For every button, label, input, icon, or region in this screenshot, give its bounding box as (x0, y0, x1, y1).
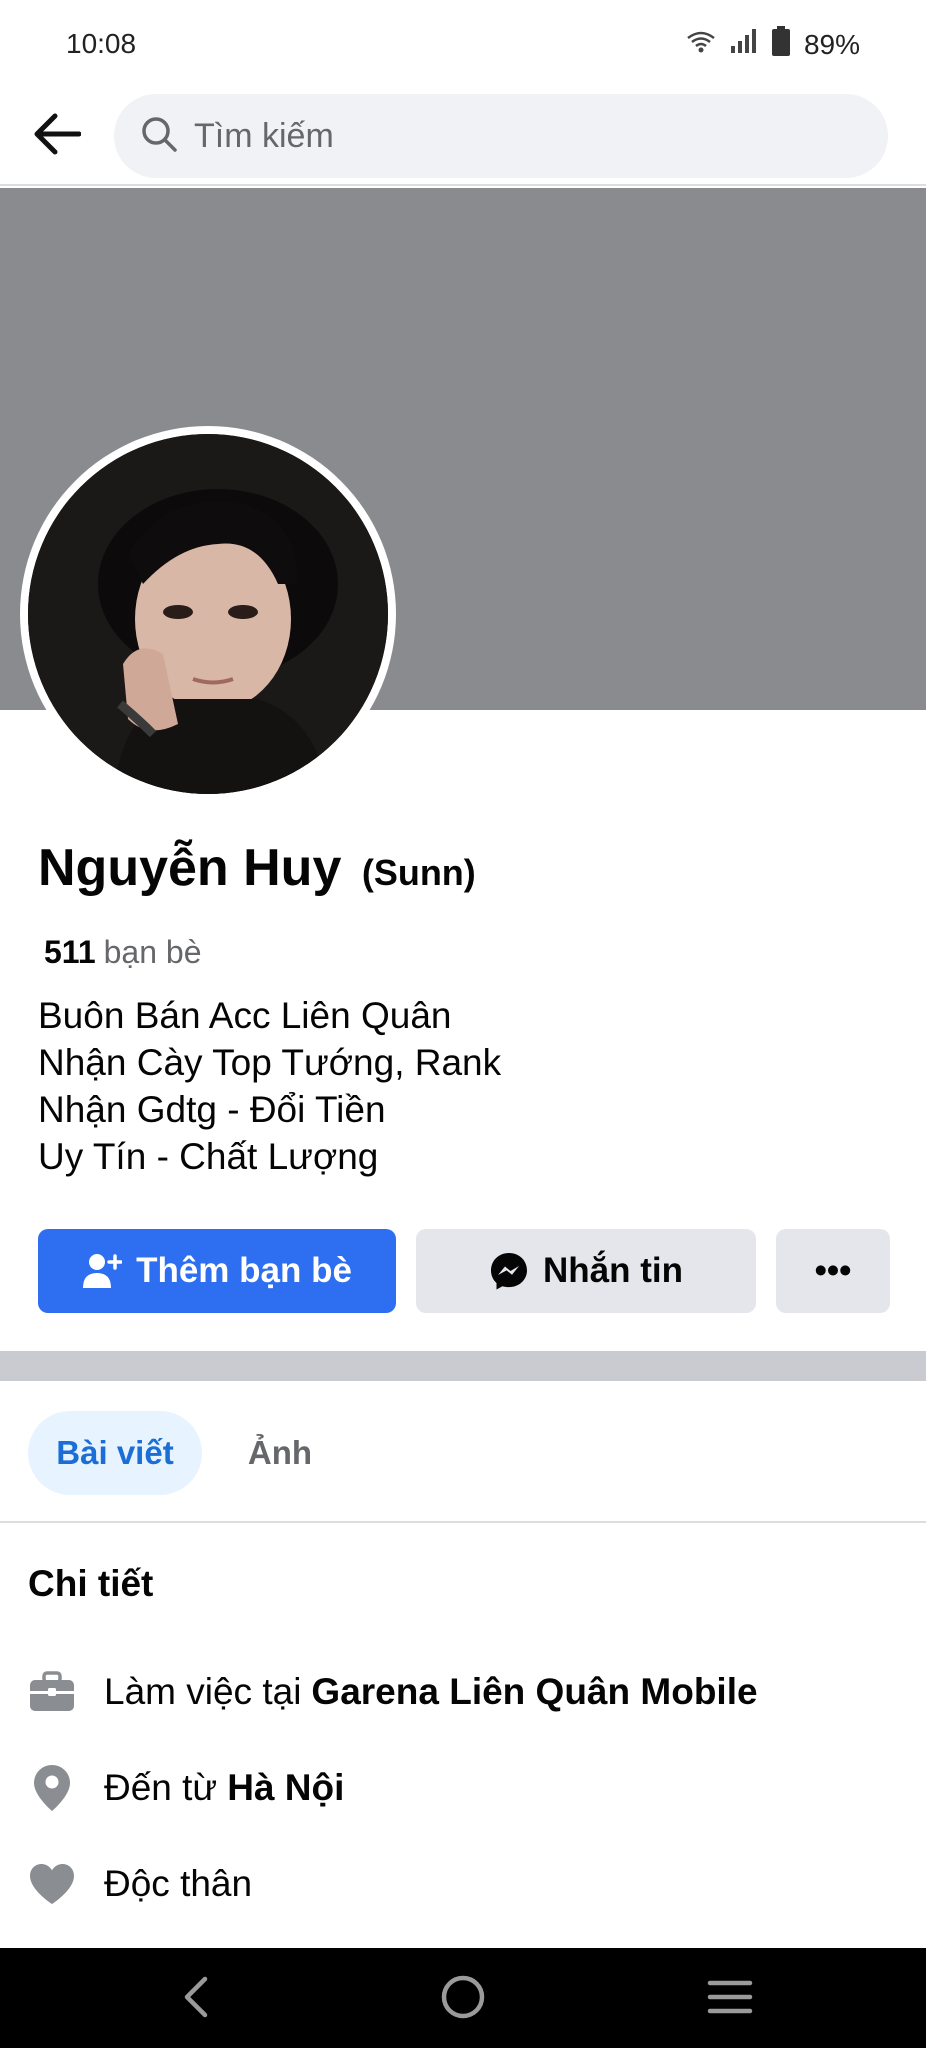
chevron-left-icon (181, 1975, 211, 2024)
tab-posts[interactable]: Bài viết (28, 1411, 202, 1495)
status-time: 10:08 (66, 28, 137, 59)
messenger-icon (489, 1251, 529, 1291)
detail-relationship: Độc thân (28, 1860, 252, 1908)
status-icons: 89% (686, 26, 860, 63)
section-divider (0, 1351, 926, 1381)
details-title: Chi tiết (28, 1563, 154, 1604)
relationship-status: Độc thân (104, 1863, 253, 1904)
friends-label: bạn bè (103, 934, 202, 970)
tab-photos[interactable]: Ảnh (220, 1411, 340, 1495)
more-options-button[interactable]: ••• (776, 1229, 890, 1313)
top-bar: Tìm kiếm (0, 86, 926, 186)
briefcase-icon (28, 1668, 76, 1716)
search-input[interactable]: Tìm kiếm (114, 94, 888, 178)
profile-avatar[interactable] (20, 426, 396, 802)
nav-recents-button[interactable] (700, 1974, 760, 2024)
profile-bio: Buôn Bán Acc Liên Quân Nhận Cày Top Tướn… (38, 992, 501, 1180)
wifi-icon (686, 29, 716, 61)
message-label: Nhắn tin (543, 1251, 683, 1290)
system-nav-bar (0, 1948, 926, 2048)
add-friend-button[interactable]: Thêm bạn bè (38, 1229, 396, 1313)
avatar-image (28, 434, 388, 794)
nav-home-button[interactable] (433, 1974, 493, 2024)
profile-name: Nguyễn Huy (Sunn) (38, 838, 476, 898)
status-bar: 10:08 89% (0, 0, 926, 86)
profile-tabs: Bài viết Ảnh (0, 1381, 926, 1523)
profile-nickname: (Sunn) (361, 852, 476, 893)
friends-count: 511 (44, 934, 96, 970)
battery-icon (771, 26, 790, 63)
location-pin-icon (28, 1764, 76, 1812)
search-icon (140, 115, 178, 158)
bio-line: Uy Tín - Chất Lượng (38, 1136, 379, 1177)
from-place: Hà Nội (227, 1767, 345, 1808)
nav-back-button[interactable] (166, 1974, 226, 2024)
signal-icon (730, 28, 758, 61)
work-place: Garena Liên Quân Mobile (311, 1671, 758, 1712)
friends-count-link[interactable]: 511 bạn bè (44, 934, 202, 971)
from-prefix: Đến từ (104, 1767, 218, 1808)
work-prefix: Làm việc tại (104, 1671, 302, 1712)
more-options-icon: ••• (814, 1251, 852, 1290)
bio-line: Buôn Bán Acc Liên Quân (38, 995, 452, 1036)
arrow-left-icon (31, 112, 82, 161)
bio-line: Nhận Cày Top Tướng, Rank (38, 1042, 502, 1083)
back-button[interactable] (26, 106, 86, 166)
profile-name-text: Nguyễn Huy (38, 839, 342, 897)
message-button[interactable]: Nhắn tin (416, 1229, 756, 1313)
add-friend-label: Thêm bạn bè (136, 1251, 352, 1290)
detail-work[interactable]: Làm việc tại Garena Liên Quân Mobile (28, 1668, 758, 1716)
home-circle-icon (440, 1974, 486, 2025)
battery-percent: 89% (803, 28, 860, 60)
person-plus-icon (82, 1252, 123, 1290)
detail-hometown[interactable]: Đến từ Hà Nội (28, 1764, 344, 1812)
bio-line: Nhận Gdtg - Đổi Tiền (38, 1089, 386, 1130)
profile-actions: Thêm bạn bè Nhắn tin ••• (38, 1229, 890, 1313)
search-placeholder: Tìm kiếm (194, 116, 334, 155)
heart-icon (28, 1860, 76, 1908)
menu-lines-icon (707, 1979, 753, 2020)
